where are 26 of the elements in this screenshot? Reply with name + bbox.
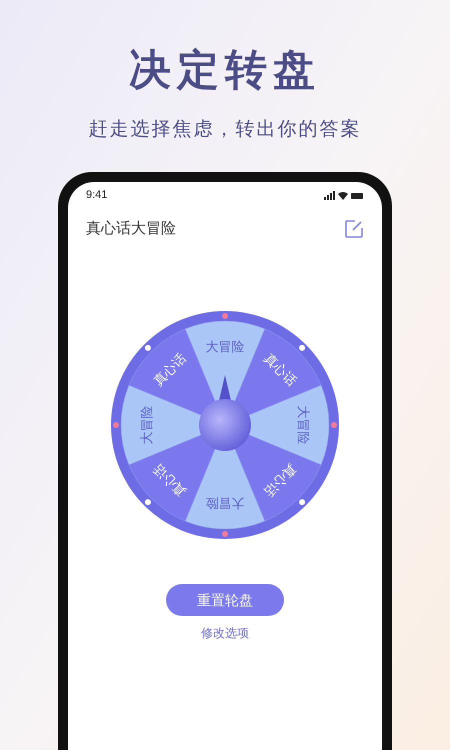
sector-label: 大冒险 — [206, 496, 244, 511]
rim-light — [331, 422, 337, 428]
sector-label: 大冒险 — [139, 406, 154, 444]
rim-light — [299, 499, 306, 506]
sector-label: 大冒险 — [296, 406, 311, 444]
rim-light — [222, 531, 228, 537]
status-time: 9:41 — [86, 188, 108, 204]
sector-label: 真心话 — [261, 350, 300, 389]
sector-label: 真心话 — [150, 461, 189, 500]
sector-label: 真心话 — [150, 350, 189, 389]
headline: 决定转盘 — [129, 44, 321, 96]
rim-light — [113, 422, 119, 428]
sector-label: 真心话 — [261, 461, 300, 500]
sector-label: 大冒险 — [206, 339, 244, 354]
spin-wheel[interactable]: 大冒险 真心话 大冒险 真心话 大冒险 真心话 大冒险 真心话 — [110, 310, 340, 540]
rim-light — [222, 313, 228, 319]
rim-light — [144, 344, 151, 351]
spin-pointer[interactable] — [199, 375, 251, 451]
status-icons — [324, 190, 364, 200]
rim-light — [299, 344, 306, 351]
edit-icon[interactable] — [344, 218, 364, 239]
screen-title: 真心话大冒险 — [86, 218, 176, 238]
reset-wheel-button[interactable]: 重置轮盘 — [166, 584, 284, 616]
edit-options-link[interactable]: 修改选项 — [201, 624, 249, 642]
rim-light — [144, 499, 151, 506]
tagline: 赶走选择焦虑，转出你的答案 — [88, 117, 362, 142]
